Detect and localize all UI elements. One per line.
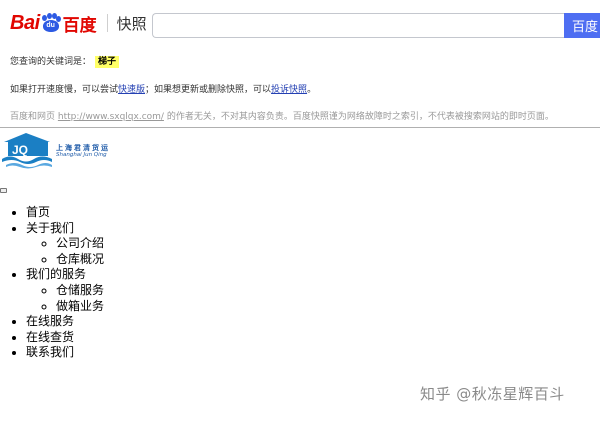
logo-bai-text: Bai <box>10 11 40 34</box>
notice-text: 。 <box>307 85 317 95</box>
zhihu-watermark: 知乎 @秋冻星辉百斗 <box>420 385 565 403</box>
complaint-link[interactable]: 投诉快照 <box>271 85 307 95</box>
nav-label: 公司介绍 <box>56 236 105 251</box>
nav-item-container-business[interactable]: 做箱业务 <box>56 299 104 315</box>
menu-toggle-button[interactable] <box>0 188 7 193</box>
notice-text: 如果打开速度慢，可以尝试 <box>10 85 119 95</box>
nav-item-about[interactable]: 关于我们 公司介绍 仓库概况 <box>26 221 104 268</box>
disclaimer-text: 百度和网页 <box>10 112 58 122</box>
disclaimer-text: 的作者无关，不对其内容负责。百度快照谨为网络故障时之索引，不代表被搜索网站的即时… <box>163 112 554 122</box>
baidu-paw-icon: du <box>41 13 61 33</box>
disclaimer: 百度和网页 http://www.sxqlqx.com/ 的作者无关，不对其内容… <box>10 109 554 122</box>
nav-label: 仓储服务 <box>56 282 105 297</box>
nav-item-services[interactable]: 我们的服务 仓储服务 做箱业务 <box>26 267 104 314</box>
nav-item-online-query[interactable]: 在线查货 <box>26 330 104 346</box>
nav-label: 做箱业务 <box>56 298 105 313</box>
search-button[interactable]: 百度 <box>564 13 600 38</box>
keyword-notice: 您查询的关键词是： 梯子 <box>10 54 120 68</box>
nav-item-company-intro[interactable]: 公司介绍 <box>56 236 104 252</box>
nav-label: 在线查货 <box>26 329 75 344</box>
header-divider <box>0 127 600 128</box>
nav-label: 首页 <box>26 205 51 219</box>
nav-item-contact[interactable]: 联系我们 <box>26 345 104 361</box>
logo-brand-en: Shanghai Jun Qing <box>56 152 107 158</box>
nav-label: 仓库概况 <box>56 251 105 266</box>
nav-item-home[interactable]: 首页 <box>26 205 104 221</box>
nav-item-warehouse-overview[interactable]: 仓库概况 <box>56 252 104 268</box>
logo-du-text: du <box>42 20 59 32</box>
logo-baidu-cn: 百度 <box>62 15 97 36</box>
notice-text: ；如果想更新或删除快照，可以 <box>145 85 272 95</box>
logo-divider <box>106 14 108 32</box>
fast-version-link[interactable]: 快速版 <box>118 85 145 95</box>
logo-kuaizhao: 快照 <box>116 14 147 33</box>
site-nav: 首页 关于我们 公司介绍 仓库概况 我们的服务 仓储服务 做箱业务 在线服务 在… <box>0 205 104 361</box>
nav-label: 关于我们 <box>26 220 75 235</box>
logo-letters: JQ <box>12 143 28 157</box>
about-submenu: 公司介绍 仓库概况 <box>26 236 104 267</box>
services-submenu: 仓储服务 做箱业务 <box>26 283 104 314</box>
nav-item-online-service[interactable]: 在线服务 <box>26 314 104 330</box>
baidu-logo[interactable]: Bai du 百度 快照 <box>10 10 147 36</box>
paw-toe <box>46 13 52 19</box>
jq-logo-icon: JQ <box>2 133 52 169</box>
nav-label: 在线服务 <box>26 314 75 329</box>
highlighted-keyword: 梯子 <box>95 56 120 68</box>
nav-label: 联系我们 <box>26 345 75 360</box>
site-logo[interactable]: JQ 上海君清货运 Shanghai Jun Qing <box>2 132 132 172</box>
nav-label: 我们的服务 <box>26 267 87 282</box>
nav-item-warehousing[interactable]: 仓储服务 <box>56 283 104 299</box>
original-site-link[interactable]: http://www.sxqlqx.com/ <box>58 112 164 122</box>
snapshot-options-notice: 如果打开速度慢，可以尝试快速版；如果想更新或删除快照，可以投诉快照。 <box>10 82 316 95</box>
snapshot-header: Bai du 百度 快照 百度 <box>0 0 600 46</box>
search-input[interactable] <box>152 13 564 38</box>
keyword-prefix: 您查询的关键词是： <box>10 57 92 67</box>
